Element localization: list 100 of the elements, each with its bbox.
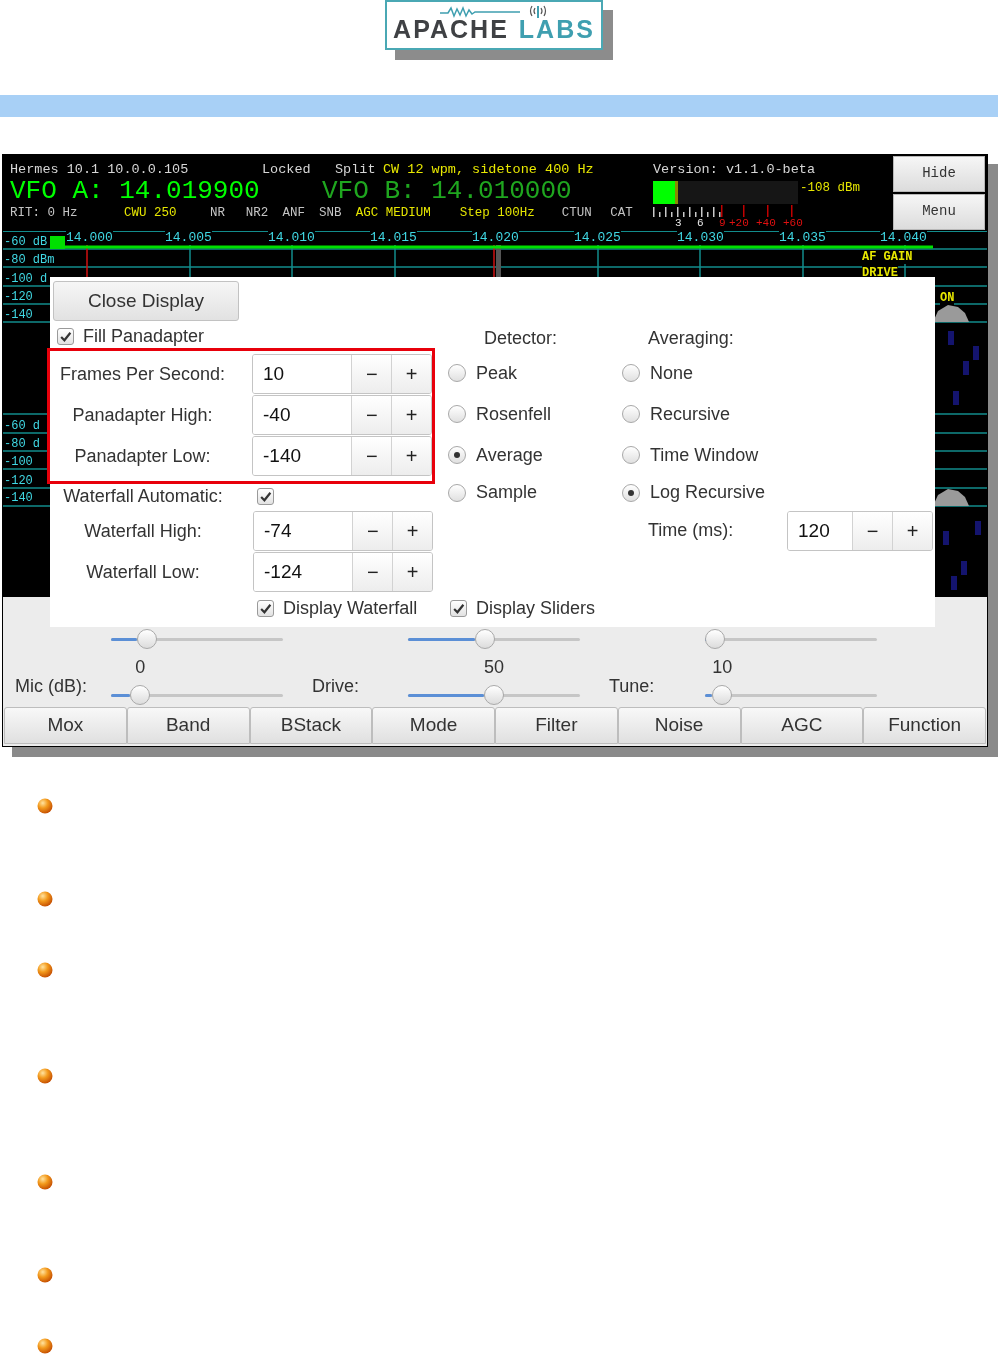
scale-label: 9	[719, 216, 727, 230]
radio-button[interactable]	[622, 483, 640, 502]
control-label: ON	[940, 290, 955, 305]
radio-label: None	[650, 361, 694, 385]
radio-button[interactable]	[622, 405, 640, 424]
db-label: -60 dB	[4, 234, 48, 249]
slider[interactable]	[111, 684, 283, 705]
decrement-button[interactable]: −	[352, 512, 393, 551]
checkbox[interactable]	[57, 327, 74, 345]
section-title: Averaging:	[647, 326, 735, 349]
increment-button[interactable]: +	[391, 437, 431, 476]
toolbar-button[interactable]: Mode	[372, 706, 495, 744]
slider-thumb[interactable]	[137, 628, 158, 649]
radio-label: Time Window	[650, 443, 759, 467]
radio-button[interactable]	[622, 446, 640, 465]
antenna-icon	[528, 4, 548, 18]
scale-label: 3	[675, 216, 683, 230]
radio-label: Average	[476, 443, 543, 467]
slider-thumb[interactable]	[475, 628, 496, 649]
close-display-button[interactable]: Close Display	[53, 280, 239, 321]
frequency-label: 14.025	[574, 230, 621, 245]
decrement-button[interactable]: −	[352, 553, 393, 592]
toolbar-button[interactable]: Function	[863, 706, 986, 744]
status-indicator: CTUN	[561, 204, 593, 222]
bullet-icon	[37, 1174, 53, 1190]
increment-button[interactable]: +	[391, 355, 431, 394]
slider-fill	[111, 637, 138, 641]
status-text: Split	[335, 160, 377, 179]
bullet-icon	[37, 962, 53, 978]
toolbar-button[interactable]: Noise	[617, 706, 741, 744]
section-title: Detector:	[483, 326, 559, 349]
frequency-label: 14.015	[370, 230, 417, 245]
slider[interactable]	[705, 628, 877, 649]
decrement-button[interactable]: −	[351, 396, 392, 435]
bullet-icon	[37, 1068, 53, 1084]
side-button[interactable]: Menu	[893, 193, 985, 230]
logo-text: APACHE	[393, 16, 509, 42]
radio-button[interactable]	[448, 405, 466, 424]
spin-value-field[interactable]: 120	[788, 511, 852, 550]
increment-button[interactable]: +	[892, 511, 932, 550]
slider[interactable]	[705, 684, 877, 705]
status-text: Hermes 10.1 10.0.0.105	[10, 160, 190, 179]
radio-label: Recursive	[650, 402, 731, 426]
status-indicator: AGC MEDIUM	[355, 204, 432, 222]
spin-value-field[interactable]: -74	[254, 512, 353, 551]
increment-button[interactable]: +	[391, 396, 431, 435]
decrement-button[interactable]: −	[351, 437, 392, 476]
radio-button[interactable]	[448, 446, 466, 465]
field-label: Panadapter High:	[71, 403, 214, 427]
field-label: Frames Per Second:	[58, 362, 227, 386]
increment-button[interactable]: +	[392, 553, 432, 592]
toolbar-button[interactable]: Band	[126, 706, 250, 744]
vfo-frequency[interactable]: VFO B: 14.010000	[322, 177, 572, 204]
side-button[interactable]: Hide	[893, 155, 985, 192]
signal-reading: -108 dBm	[800, 180, 860, 195]
checkbox-label: Fill Panadapter	[83, 324, 205, 348]
status-indicator: NR2	[245, 204, 270, 222]
vfo-frequency[interactable]: VFO A: 14.019900	[10, 177, 322, 204]
scale-label: 6	[697, 216, 705, 230]
slider-thumb[interactable]	[705, 628, 726, 649]
slider-label: Tune:	[608, 674, 656, 698]
status-indicator: SNB	[319, 204, 343, 222]
radio-button[interactable]	[448, 364, 466, 383]
status-text: CW 12 wpm, sidetone 400 Hz	[383, 160, 594, 179]
checkbox-label: Display Sliders	[476, 597, 596, 621]
checkbox[interactable]	[257, 487, 274, 505]
decrement-button[interactable]: −	[351, 355, 392, 394]
status-indicator: RIT: 0 Hz	[10, 204, 79, 222]
slider[interactable]	[408, 684, 580, 705]
slider-value: 10	[712, 656, 733, 677]
radio-button[interactable]	[448, 483, 466, 502]
decrement-button[interactable]: −	[852, 511, 892, 550]
toolbar-button[interactable]: BStack	[249, 706, 373, 744]
checkbox-label: Display Waterfall	[283, 597, 418, 621]
spin-value-field[interactable]: -124	[254, 553, 353, 592]
toolbar-button[interactable]: Mox	[4, 706, 127, 744]
radio-label: Log Recursive	[650, 481, 766, 505]
spin-value-field[interactable]: -40	[253, 396, 352, 435]
toolbar-button[interactable]: AGC	[740, 706, 864, 744]
db-label: -120	[4, 289, 33, 304]
increment-button[interactable]: +	[392, 512, 432, 551]
spin-value-field[interactable]: -140	[253, 437, 352, 476]
frequency-label: 14.035	[779, 230, 826, 245]
slider[interactable]	[111, 628, 283, 649]
db-label: -100	[4, 454, 33, 469]
spin-value-field[interactable]: 10	[253, 355, 352, 394]
slider-thumb[interactable]	[484, 684, 504, 705]
slider-thumb[interactable]	[712, 684, 733, 705]
slider[interactable]	[408, 628, 580, 649]
checkbox[interactable]	[257, 600, 274, 618]
scale-label: +40	[756, 216, 777, 230]
slider-fill	[705, 693, 713, 697]
bullet-icon	[37, 1338, 53, 1354]
radio-button[interactable]	[622, 364, 640, 383]
scale-label: +20	[729, 216, 750, 230]
toolbar-button[interactable]: Filter	[495, 706, 618, 744]
slider-thumb[interactable]	[130, 684, 151, 705]
slider-label: Mic (dB):	[14, 674, 88, 698]
checkbox[interactable]	[450, 600, 467, 618]
db-label: -80 d	[4, 436, 40, 451]
